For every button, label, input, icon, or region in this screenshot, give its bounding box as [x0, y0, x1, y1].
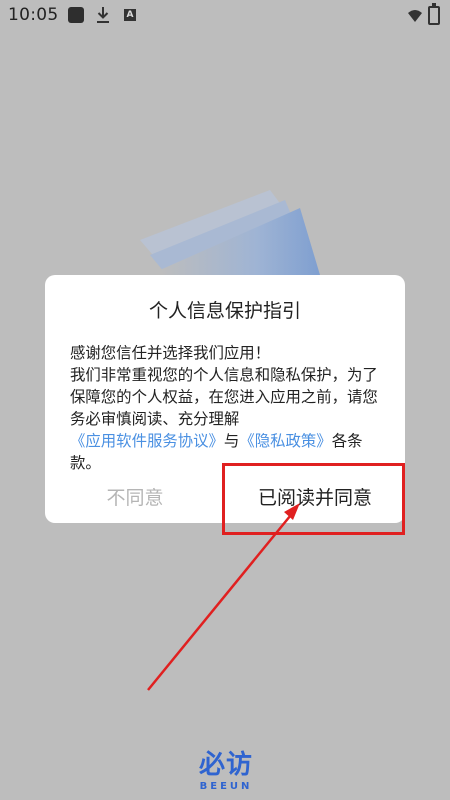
- dialog-body: 感谢您信任并选择我们应用！ 我们非常重视您的个人信息和隐私保护，为了保障您的个人…: [70, 342, 390, 474]
- service-agreement-link[interactable]: 《应用软件服务协议》: [70, 432, 224, 450]
- conjunction-text: 与: [223, 432, 240, 450]
- brand-sub: BEEUN: [199, 781, 253, 792]
- dialog-body-line2: 我们非常重视您的个人信息和隐私保护，为了保障您的个人权益，在您进入应用之前，请您…: [70, 366, 378, 428]
- dialog-title: 个人信息保护指引: [148, 300, 301, 322]
- annotation-highlight-box: [222, 463, 405, 535]
- dialog-body-paragraph: 我们非常重视您的个人信息和隐私保护，为了保障您的个人权益，在您进入应用之前，请您…: [70, 364, 390, 474]
- brand-name: 必访: [198, 750, 253, 780]
- brand-logo: 必访 BEEUN: [190, 750, 262, 794]
- privacy-policy-link[interactable]: 《隐私政策》: [239, 432, 331, 450]
- disagree-button[interactable]: 不同意: [60, 483, 210, 513]
- dialog-body-line1: 感谢您信任并选择我们应用！: [70, 344, 271, 362]
